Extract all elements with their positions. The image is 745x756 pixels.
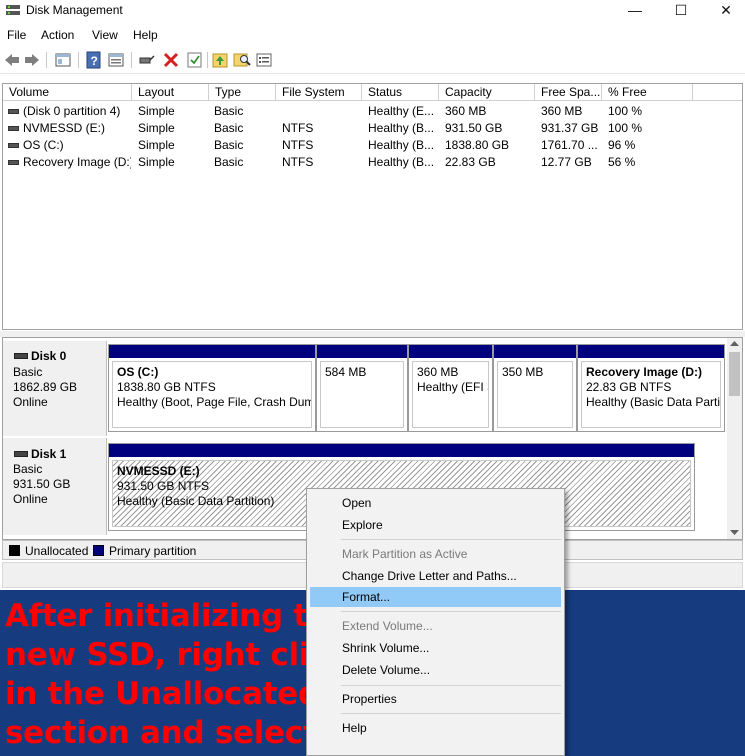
toolbar: ?: [0, 48, 745, 74]
partition-350mb[interactable]: 350 MB: [493, 344, 577, 432]
volume-icon: [8, 109, 19, 114]
legend-unallocated: Unallocated: [25, 544, 89, 558]
column-header-file-system[interactable]: File System: [276, 84, 362, 101]
table-row[interactable]: OS (C:) Simple Basic NTFS Healthy (B... …: [3, 137, 742, 154]
partition-584mb[interactable]: 584 MB: [316, 344, 408, 432]
volume-icon: [8, 160, 19, 165]
show-hide-console-icon[interactable]: [54, 51, 72, 69]
column-header-capacity[interactable]: Capacity: [439, 84, 535, 101]
partition-os-c[interactable]: OS (C:) 1838.80 GB NTFS Healthy (Boot, P…: [108, 344, 316, 432]
menu-item-mark-partition-active[interactable]: Mark Partition as Active: [310, 544, 561, 564]
context-menu: Open Explore Mark Partition as Active Ch…: [306, 488, 565, 756]
unallocated-swatch: [9, 545, 20, 556]
menu-item-help[interactable]: Help: [310, 718, 561, 738]
table-row[interactable]: Recovery Image (D:) Simple Basic NTFS He…: [3, 154, 742, 171]
menu-item-format[interactable]: Format...: [310, 587, 561, 607]
menu-separator: [341, 539, 561, 540]
volume-icon: [8, 126, 19, 131]
caption-line: new SSD, right click: [5, 637, 348, 673]
search-icon[interactable]: [233, 51, 251, 69]
menu-separator: [341, 611, 561, 612]
window-title: Disk Management: [26, 3, 123, 17]
menu-help[interactable]: Help: [133, 28, 158, 42]
up-arrow-icon[interactable]: [211, 51, 229, 69]
menu-item-explore[interactable]: Explore: [310, 515, 561, 535]
svg-text:?: ?: [91, 54, 98, 68]
menu-item-shrink-volume[interactable]: Shrink Volume...: [310, 638, 561, 658]
menu-action[interactable]: Action: [41, 28, 74, 42]
table-row[interactable]: (Disk 0 partition 4) Simple Basic Health…: [3, 103, 742, 120]
column-header-status[interactable]: Status: [362, 84, 439, 101]
menu-view[interactable]: View: [92, 28, 118, 42]
disk-management-app-icon: [6, 5, 20, 15]
menu-separator: [341, 713, 561, 714]
caption-line: in the Unallocated: [5, 676, 320, 712]
disk-1-label[interactable]: Disk 1 Basic 931.50 GB Online: [3, 438, 107, 535]
column-header-percent-free[interactable]: % Free: [602, 84, 693, 101]
table-row[interactable]: NVMESSD (E:) Simple Basic NTFS Healthy (…: [3, 120, 742, 137]
minimize-button[interactable]: —: [612, 0, 658, 22]
scroll-down-icon[interactable]: [730, 530, 739, 536]
help-icon[interactable]: ?: [85, 51, 103, 69]
vertical-scrollbar[interactable]: [727, 338, 742, 539]
volume-icon: [8, 143, 19, 148]
check-icon[interactable]: [186, 51, 204, 69]
connect-icon[interactable]: [138, 51, 156, 69]
column-header-layout[interactable]: Layout: [132, 84, 209, 101]
menu-item-change-drive-letter[interactable]: Change Drive Letter and Paths...: [310, 566, 561, 586]
partition-recovery-image-d[interactable]: Recovery Image (D:) 22.83 GB NTFS Health…: [577, 344, 725, 432]
menu-separator: [341, 685, 561, 686]
column-header-volume[interactable]: Volume: [3, 84, 132, 101]
menu-item-extend-volume[interactable]: Extend Volume...: [310, 616, 561, 636]
primary-partition-swatch: [93, 545, 104, 556]
disk-icon: [14, 353, 28, 359]
back-arrow-icon[interactable]: [3, 51, 21, 69]
maximize-button[interactable]: ☐: [658, 0, 704, 22]
disk-icon: [14, 451, 28, 457]
column-header-type[interactable]: Type: [209, 84, 276, 101]
menu-bar: File Action View Help: [0, 26, 745, 46]
scrollbar-thumb[interactable]: [729, 352, 740, 396]
close-button[interactable]: ✕: [703, 0, 745, 22]
menu-file[interactable]: File: [7, 28, 26, 42]
disk-0-label[interactable]: Disk 0 Basic 1862.89 GB Online: [3, 341, 107, 436]
list-icon[interactable]: [255, 51, 273, 69]
forward-arrow-icon[interactable]: [23, 51, 41, 69]
menu-item-properties[interactable]: Properties: [310, 689, 561, 709]
properties-icon[interactable]: [107, 51, 125, 69]
partition-efi[interactable]: 360 MB Healthy (EFI S: [408, 344, 493, 432]
menu-item-delete-volume[interactable]: Delete Volume...: [310, 660, 561, 680]
caption-line: After initializing the: [5, 598, 351, 634]
legend-primary-partition: Primary partition: [109, 544, 197, 558]
scroll-up-icon[interactable]: [730, 341, 739, 347]
delete-icon[interactable]: [162, 51, 180, 69]
column-header-free-space[interactable]: Free Spa...: [535, 84, 602, 101]
menu-item-open[interactable]: Open: [310, 493, 561, 513]
volume-list-pane: Volume Layout Type File System Status Ca…: [2, 83, 743, 330]
title-bar: Disk Management — ☐ ✕: [0, 0, 745, 22]
